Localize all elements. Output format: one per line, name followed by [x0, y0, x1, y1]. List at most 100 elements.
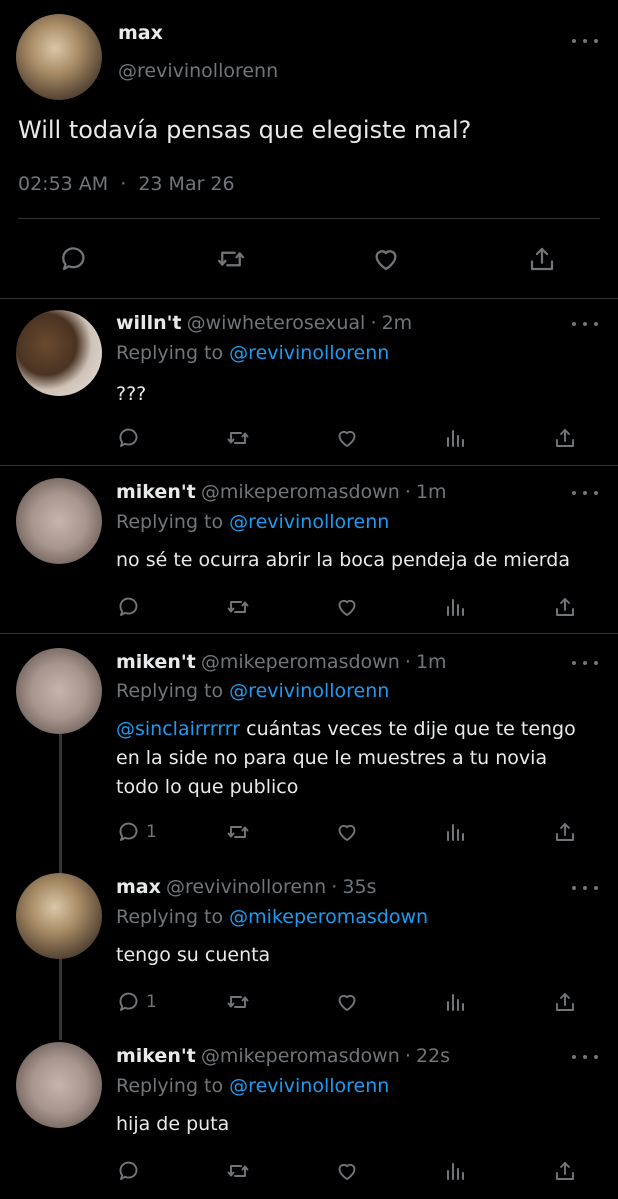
reply-icon[interactable]	[116, 820, 142, 844]
avatar[interactable]	[16, 14, 102, 100]
author-name[interactable]: willn't	[116, 312, 182, 334]
analytics-icon[interactable]	[443, 990, 467, 1014]
retweet-icon[interactable]	[224, 1159, 252, 1183]
share-icon[interactable]	[552, 595, 578, 619]
analytics-icon[interactable]	[443, 426, 467, 450]
reply-header: miken't @mikeperomasdown · 22s	[116, 1045, 450, 1067]
retweet-icon[interactable]	[224, 595, 252, 619]
separator-dot: ·	[331, 876, 338, 898]
replying-label: Replying to	[116, 680, 224, 702]
replying-to: Replying to @revivinollorenn	[116, 511, 389, 533]
reply-header: willn't @wiwheterosexual · 2m	[116, 312, 412, 334]
replying-to-link[interactable]: @revivinollorenn	[229, 680, 389, 702]
reply-time[interactable]: 2m	[382, 312, 413, 334]
reply-text-line: en la side no para que le muestres a tu …	[116, 747, 548, 769]
author-handle[interactable]: @mikeperomasdown	[201, 651, 400, 673]
share-icon[interactable]	[552, 990, 578, 1014]
separator-dot: ·	[370, 312, 377, 334]
reply-icon[interactable]	[116, 595, 142, 619]
separator-dot: ·	[404, 1045, 411, 1067]
reply-time[interactable]: 35s	[342, 876, 376, 898]
heart-icon[interactable]	[334, 990, 360, 1014]
avatar[interactable]	[16, 873, 102, 959]
replying-label: Replying to	[116, 906, 224, 928]
reply-icon[interactable]	[58, 244, 90, 274]
tweet-date: 23 Mar 26	[138, 173, 235, 195]
separator-dot: ·	[404, 651, 411, 673]
more-options-icon[interactable]	[572, 485, 598, 501]
avatar[interactable]	[16, 1042, 102, 1128]
reply-text-line: @sinclairrrrrr cuántas veces te dije que…	[116, 715, 596, 744]
author-handle[interactable]: @mikeperomasdown	[201, 1045, 400, 1067]
retweet-icon[interactable]	[214, 244, 248, 274]
reply-text: @sinclairrrrrr cuántas veces te dije que…	[116, 715, 596, 802]
analytics-icon[interactable]	[443, 820, 467, 844]
divider	[0, 298, 618, 299]
more-options-icon[interactable]	[572, 33, 598, 49]
reply-icon[interactable]	[116, 1159, 142, 1183]
reply-text: hija de puta	[116, 1113, 230, 1135]
reply-count: 1	[146, 822, 157, 842]
reply-text: ???	[116, 383, 147, 405]
reply-text: tengo su cuenta	[116, 944, 271, 966]
replying-to: Replying to @mikeperomasdown	[116, 906, 428, 928]
reply-text-line: todo lo que publico	[116, 776, 299, 798]
tweet-text: Will todavía pensas que elegiste mal?	[18, 116, 472, 144]
share-icon[interactable]	[552, 426, 578, 450]
reply-time[interactable]: 1m	[416, 481, 447, 503]
author-name[interactable]: max	[116, 876, 161, 898]
mention-link[interactable]: @sinclairrrrrr	[116, 718, 240, 740]
heart-icon[interactable]	[334, 426, 360, 450]
reply-header: max @revivinollorenn · 35s	[116, 876, 376, 898]
replying-label: Replying to	[116, 1075, 224, 1097]
heart-icon[interactable]	[334, 1159, 360, 1183]
share-icon[interactable]	[552, 1159, 578, 1183]
more-options-icon[interactable]	[572, 1049, 598, 1065]
retweet-icon[interactable]	[224, 820, 252, 844]
replying-to-link[interactable]: @revivinollorenn	[229, 342, 389, 364]
avatar[interactable]	[16, 478, 102, 564]
author-handle[interactable]: @mikeperomasdown	[201, 481, 400, 503]
reply-header: miken't @mikeperomasdown · 1m	[116, 481, 447, 503]
replying-label: Replying to	[116, 511, 224, 533]
tweet-time: 02:53 AM	[18, 173, 109, 195]
reply-time[interactable]: 22s	[416, 1045, 450, 1067]
author-handle[interactable]: @revivinollorenn	[118, 60, 278, 82]
heart-icon[interactable]	[334, 595, 360, 619]
replying-to-link[interactable]: @revivinollorenn	[229, 1075, 389, 1097]
author-name[interactable]: miken't	[116, 651, 196, 673]
author-handle[interactable]: @wiwheterosexual	[187, 312, 366, 334]
avatar[interactable]	[16, 648, 102, 734]
reply-text: no sé te ocurra abrir la boca pendeja de…	[116, 549, 570, 571]
reply-header: miken't @mikeperomasdown · 1m	[116, 651, 447, 673]
more-options-icon[interactable]	[572, 316, 598, 332]
separator-dot: ·	[404, 481, 411, 503]
separator-dot: ·	[120, 173, 127, 195]
divider	[0, 465, 618, 466]
author-name[interactable]: miken't	[116, 1045, 196, 1067]
retweet-icon[interactable]	[224, 426, 252, 450]
reply-text-segment: cuántas veces te dije que te tengo	[246, 718, 576, 740]
replying-to: Replying to @revivinollorenn	[116, 1075, 389, 1097]
author-handle[interactable]: @revivinollorenn	[166, 876, 326, 898]
divider	[0, 633, 618, 634]
analytics-icon[interactable]	[443, 1159, 467, 1183]
retweet-icon[interactable]	[224, 990, 252, 1014]
analytics-icon[interactable]	[443, 595, 467, 619]
heart-icon[interactable]	[370, 244, 402, 274]
more-options-icon[interactable]	[572, 655, 598, 671]
reply-time[interactable]: 1m	[416, 651, 447, 673]
share-icon[interactable]	[526, 244, 558, 274]
author-name[interactable]: miken't	[116, 481, 196, 503]
share-icon[interactable]	[552, 820, 578, 844]
avatar[interactable]	[16, 310, 102, 396]
reply-icon[interactable]	[116, 990, 142, 1014]
reply-icon[interactable]	[116, 426, 142, 450]
replying-label: Replying to	[116, 342, 224, 364]
tweet-timestamp[interactable]: 02:53 AM · 23 Mar 26	[18, 173, 235, 195]
more-options-icon[interactable]	[572, 880, 598, 896]
author-name[interactable]: max	[118, 22, 163, 44]
heart-icon[interactable]	[334, 820, 360, 844]
replying-to-link[interactable]: @revivinollorenn	[229, 511, 389, 533]
replying-to-link[interactable]: @mikeperomasdown	[229, 906, 428, 928]
